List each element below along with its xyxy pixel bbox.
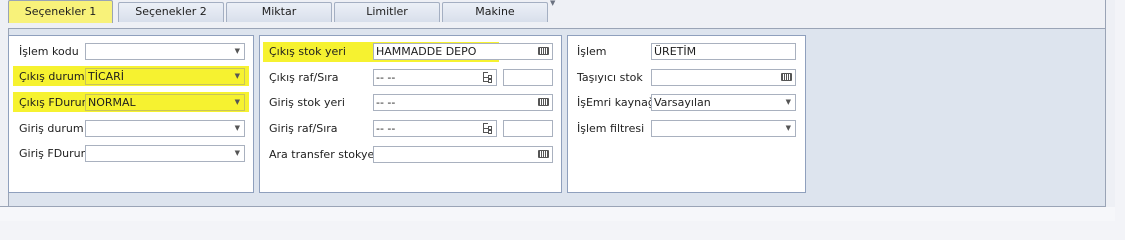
chevron-down-icon[interactable]: ▼: [235, 121, 240, 136]
tab-secenekler-2[interactable]: Seçenekler 2: [118, 2, 224, 22]
ara-transfer-lookup[interactable]: [373, 146, 553, 163]
cikis-raf-sira-extra-field[interactable]: [503, 69, 553, 86]
cikis-raf-sira-field[interactable]: -- --: [373, 69, 497, 86]
cikis-raf-sira-label: Çıkış raf/Sıra: [269, 71, 339, 84]
group-islem: İşlem ÜRETİM Taşıyıcı stok İşEmri kaynağ…: [567, 35, 806, 193]
cikis-fdurum-select[interactable]: NORMAL ▼: [85, 94, 245, 111]
collapse-caret-icon[interactable]: ▼: [550, 0, 555, 7]
group-stok-yeri: Çıkış stok yeri HAMMADDE DEPO Çıkış raf/…: [259, 35, 562, 193]
chevron-down-icon[interactable]: ▼: [235, 44, 240, 59]
tasiyici-stok-lookup[interactable]: [651, 69, 796, 86]
cikis-durum-select[interactable]: TİCARİ ▼: [85, 68, 245, 85]
lookup-icon[interactable]: [781, 73, 792, 81]
giris-raf-sira-extra-field[interactable]: [503, 120, 553, 137]
giris-durum-select[interactable]: ▼: [85, 120, 245, 137]
giris-fdurum-select[interactable]: ▼: [85, 145, 245, 162]
chevron-down-icon[interactable]: ▼: [235, 146, 240, 161]
lookup-icon[interactable]: [538, 98, 549, 106]
tree-select-icon[interactable]: [482, 71, 493, 83]
giris-raf-sira-field[interactable]: -- --: [373, 120, 497, 137]
lookup-icon[interactable]: [538, 47, 549, 55]
giris-raf-sira-label: Giriş raf/Sıra: [269, 122, 338, 135]
ara-transfer-label: Ara transfer stokyeri: [269, 148, 382, 161]
isemri-kaynagi-label: İşEmri kaynağı: [577, 96, 658, 109]
islem-kodu-label: İşlem kodu: [19, 45, 79, 58]
bottom-strip: [0, 207, 1115, 221]
giris-fdurum-label: Giriş FDurum: [19, 147, 92, 160]
cikis-stok-yeri-lookup[interactable]: HAMMADDE DEPO: [373, 43, 553, 60]
chevron-down-icon[interactable]: ▼: [786, 121, 791, 136]
tab-makine[interactable]: Makine: [442, 2, 548, 22]
islem-kodu-select[interactable]: ▼: [85, 43, 245, 60]
tab-miktar[interactable]: Miktar: [226, 2, 332, 22]
islem-filtresi-label: İşlem filtresi: [577, 122, 645, 135]
cikis-durum-label: Çıkış durum: [19, 70, 85, 83]
islem-filtresi-select[interactable]: ▼: [651, 120, 796, 137]
chevron-down-icon[interactable]: ▼: [235, 95, 240, 110]
tasiyici-stok-label: Taşıyıcı stok: [577, 71, 643, 84]
frame-right-border: [1105, 0, 1106, 206]
islem-label: İşlem: [577, 45, 607, 58]
giris-durum-label: Giriş durum: [19, 122, 84, 135]
cikis-stok-yeri-label: Çıkış stok yeri: [269, 45, 346, 58]
giris-stok-yeri-lookup[interactable]: -- --: [373, 94, 553, 111]
islem-field[interactable]: ÜRETİM: [651, 43, 796, 60]
tab-secenekler-1[interactable]: Seçenekler 1: [8, 0, 113, 23]
tree-select-icon[interactable]: [482, 122, 493, 134]
tab-limitler[interactable]: Limitler: [334, 2, 440, 22]
cikis-fdurum-label: Çıkış FDurum: [19, 96, 93, 109]
group-durum: İşlem kodu ▼ Çıkış durum TİCARİ ▼ Çıkış …: [8, 35, 254, 193]
chevron-down-icon[interactable]: ▼: [786, 95, 791, 110]
lookup-icon[interactable]: [538, 150, 549, 158]
giris-stok-yeri-label: Giriş stok yeri: [269, 96, 345, 109]
isemri-kaynagi-select[interactable]: Varsayılan ▼: [651, 94, 796, 111]
chevron-down-icon[interactable]: ▼: [235, 69, 240, 84]
